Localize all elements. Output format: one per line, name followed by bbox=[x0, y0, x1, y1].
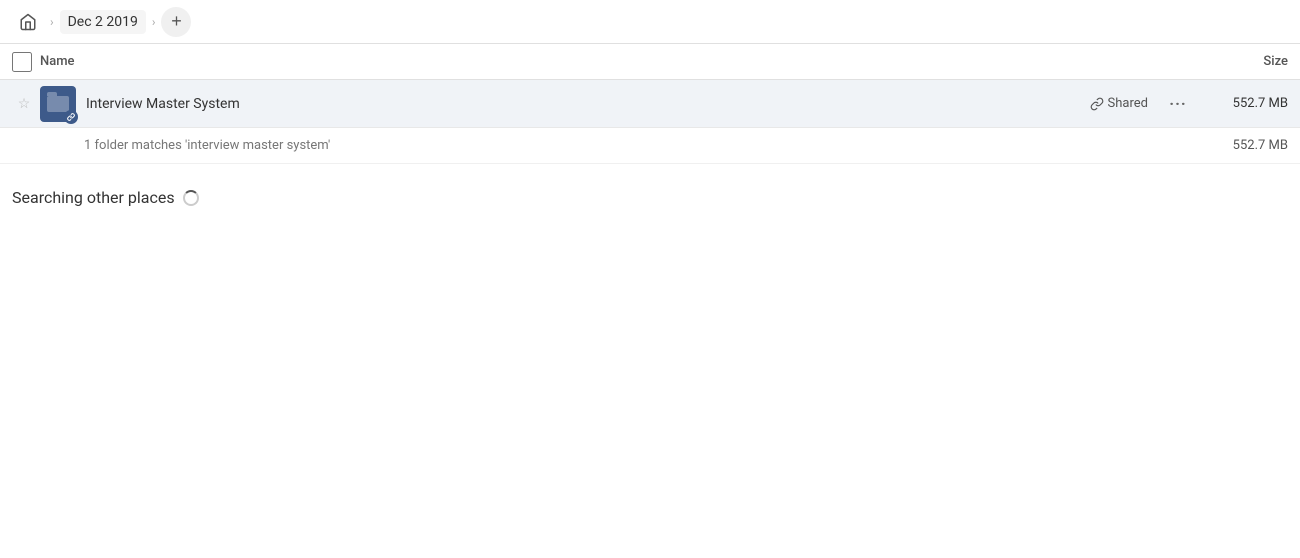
file-list-item[interactable]: ☆ Interview Master System Shared ··· 552… bbox=[0, 80, 1300, 128]
add-button[interactable]: + bbox=[161, 7, 191, 37]
folder-shape bbox=[47, 96, 69, 112]
column-size-header: Size bbox=[1188, 54, 1288, 69]
file-name-label: Interview Master System bbox=[86, 96, 1090, 112]
home-button[interactable] bbox=[12, 6, 44, 38]
add-icon: + bbox=[171, 11, 182, 32]
breadcrumb-chevron-2: › bbox=[152, 15, 156, 29]
searching-title: Searching other places bbox=[12, 188, 175, 207]
shared-label: Shared bbox=[1108, 96, 1148, 111]
folder-icon bbox=[40, 86, 76, 122]
more-options-button[interactable]: ··· bbox=[1164, 90, 1192, 118]
match-size: 552.7 MB bbox=[1208, 138, 1288, 153]
select-all-checkbox[interactable] bbox=[12, 52, 32, 72]
link-badge bbox=[64, 110, 78, 124]
star-button[interactable]: ☆ bbox=[12, 92, 36, 116]
file-size-value: 552.7 MB bbox=[1208, 96, 1288, 111]
home-icon bbox=[19, 13, 37, 31]
breadcrumb-chevron-1: › bbox=[50, 15, 54, 29]
breadcrumb-date-label: Dec 2 2019 bbox=[68, 14, 138, 30]
match-info-row: 1 folder matches 'interview master syste… bbox=[0, 128, 1300, 164]
column-header: Name Size bbox=[0, 44, 1300, 80]
shared-badge: Shared bbox=[1090, 96, 1148, 111]
ellipsis-icon: ··· bbox=[1169, 94, 1186, 113]
breadcrumb-bar: › Dec 2 2019 › + bbox=[0, 0, 1300, 44]
column-name-header: Name bbox=[40, 54, 1188, 69]
searching-section: Searching other places bbox=[0, 164, 1300, 231]
shared-link-icon bbox=[1090, 97, 1104, 111]
match-text: 1 folder matches 'interview master syste… bbox=[84, 138, 1208, 153]
breadcrumb-date[interactable]: Dec 2 2019 bbox=[60, 10, 146, 34]
star-icon: ☆ bbox=[18, 96, 31, 112]
link-icon bbox=[67, 113, 75, 121]
loading-spinner bbox=[183, 190, 199, 206]
